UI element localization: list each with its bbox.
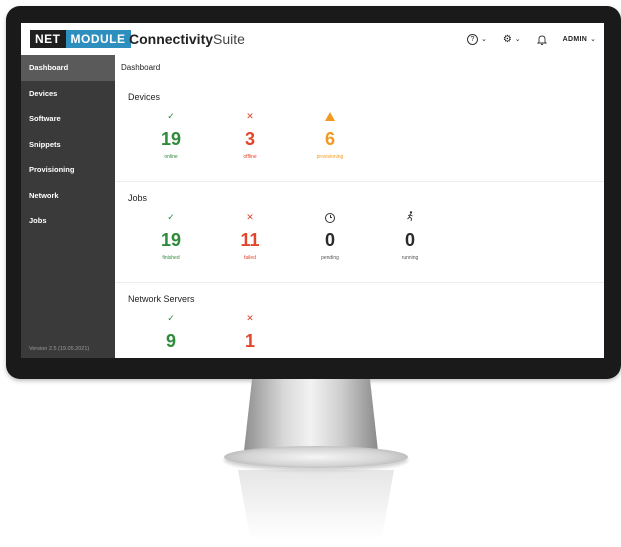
clock-icon bbox=[300, 211, 360, 223]
devices-online-stat[interactable]: ✓ 19 online bbox=[141, 110, 201, 160]
sidebar-item-dashboard[interactable]: Dashboard bbox=[21, 55, 115, 81]
section-divider bbox=[115, 181, 604, 182]
page-title: Dashboard bbox=[121, 63, 161, 72]
stat-label: running bbox=[401, 255, 419, 261]
stand-reflection bbox=[238, 470, 394, 540]
stat-label: failed bbox=[244, 255, 256, 261]
stat-value: 9 bbox=[165, 331, 176, 351]
network-servers-ok-stat[interactable]: ✓ 9 bbox=[141, 312, 201, 352]
logo-module: MODULE bbox=[65, 30, 131, 48]
jobs-pending-stat[interactable]: 0 pending bbox=[300, 211, 360, 261]
check-icon: ✓ bbox=[167, 313, 175, 323]
sidebar-item-jobs[interactable]: Jobs bbox=[21, 208, 115, 234]
section-divider bbox=[115, 282, 604, 283]
cross-icon: ✕ bbox=[246, 313, 254, 323]
monitor-stand-neck bbox=[244, 379, 378, 451]
sidebar-item-software[interactable]: Software bbox=[21, 106, 115, 132]
stat-value: 0 bbox=[404, 230, 415, 250]
notifications-button[interactable] bbox=[536, 34, 547, 45]
stat-value: 19 bbox=[160, 230, 182, 250]
sidebar-item-provisioning[interactable]: Provisioning bbox=[21, 157, 115, 183]
top-header: NET MODULE ConnectivitySuite ? ⌄ ⚙ ⌄ ADM… bbox=[21, 23, 604, 56]
bell-icon bbox=[536, 35, 547, 45]
stat-label: pending bbox=[321, 255, 339, 261]
network-servers-section-title: Network Servers bbox=[128, 294, 195, 304]
user-menu[interactable]: ADMIN ⌄ bbox=[562, 35, 596, 44]
sidebar-item-snippets[interactable]: Snippets bbox=[21, 132, 115, 158]
monitor-stand-base bbox=[224, 446, 408, 468]
stat-value: 3 bbox=[244, 129, 255, 149]
admin-label: ADMIN bbox=[562, 35, 588, 43]
stat-value: 1 bbox=[244, 331, 255, 351]
sidebar-item-network[interactable]: Network bbox=[21, 183, 115, 209]
cross-icon: ✕ bbox=[246, 212, 254, 222]
jobs-failed-stat[interactable]: ✕ 11 failed bbox=[220, 211, 280, 261]
jobs-finished-stat[interactable]: ✓ 19 finished bbox=[141, 211, 201, 261]
stat-label: finished bbox=[162, 255, 180, 261]
stat-value: 0 bbox=[324, 230, 335, 250]
jobs-section-title: Jobs bbox=[128, 193, 148, 203]
cross-icon: ✕ bbox=[246, 111, 254, 121]
main-content: Dashboard Devices ✓ 19 online ✕ 3 offlin… bbox=[115, 55, 604, 358]
network-servers-failed-stat[interactable]: ✕ 1 bbox=[220, 312, 280, 352]
jobs-running-stat[interactable]: 0 running bbox=[380, 211, 440, 261]
gear-icon: ⚙ bbox=[502, 33, 512, 45]
stat-label: provisioning bbox=[316, 154, 344, 160]
stat-label: online bbox=[164, 154, 178, 160]
stat-label: offline bbox=[243, 154, 257, 160]
netmodule-logo[interactable]: NET MODULE bbox=[30, 30, 131, 48]
devices-offline-stat[interactable]: ✕ 3 offline bbox=[220, 110, 280, 160]
chevron-down-icon: ⌄ bbox=[590, 36, 596, 43]
version-text: Version 2.5 (19.05.2021) bbox=[29, 346, 90, 352]
chevron-down-icon: ⌄ bbox=[480, 36, 487, 43]
settings-menu[interactable]: ⚙ ⌄ bbox=[503, 34, 521, 45]
app-name-bold: Connectivity bbox=[129, 31, 214, 47]
check-icon: ✓ bbox=[167, 111, 175, 121]
devices-provisioning-stat[interactable]: 6 provisioning bbox=[300, 110, 360, 160]
header-actions: ? ⌄ ⚙ ⌄ ADMIN ⌄ bbox=[466, 23, 596, 55]
devices-section-title: Devices bbox=[128, 92, 161, 102]
stat-value: 11 bbox=[240, 230, 260, 250]
logo-net: NET bbox=[30, 30, 66, 48]
app-title: ConnectivitySuite bbox=[129, 30, 245, 48]
chevron-down-icon: ⌄ bbox=[514, 36, 521, 43]
running-icon bbox=[380, 211, 440, 223]
check-icon: ✓ bbox=[167, 212, 175, 222]
sidebar: Dashboard Devices Software Snippets Prov… bbox=[21, 55, 115, 358]
stat-value: 6 bbox=[324, 129, 335, 149]
app-screen: NET MODULE ConnectivitySuite ? ⌄ ⚙ ⌄ ADM… bbox=[21, 23, 604, 358]
help-menu[interactable]: ? ⌄ bbox=[466, 33, 487, 45]
app-name-light: Suite bbox=[213, 31, 245, 47]
stat-value: 19 bbox=[160, 129, 182, 149]
warning-icon bbox=[300, 110, 360, 122]
help-icon: ? bbox=[466, 33, 478, 45]
sidebar-item-devices[interactable]: Devices bbox=[21, 81, 115, 107]
